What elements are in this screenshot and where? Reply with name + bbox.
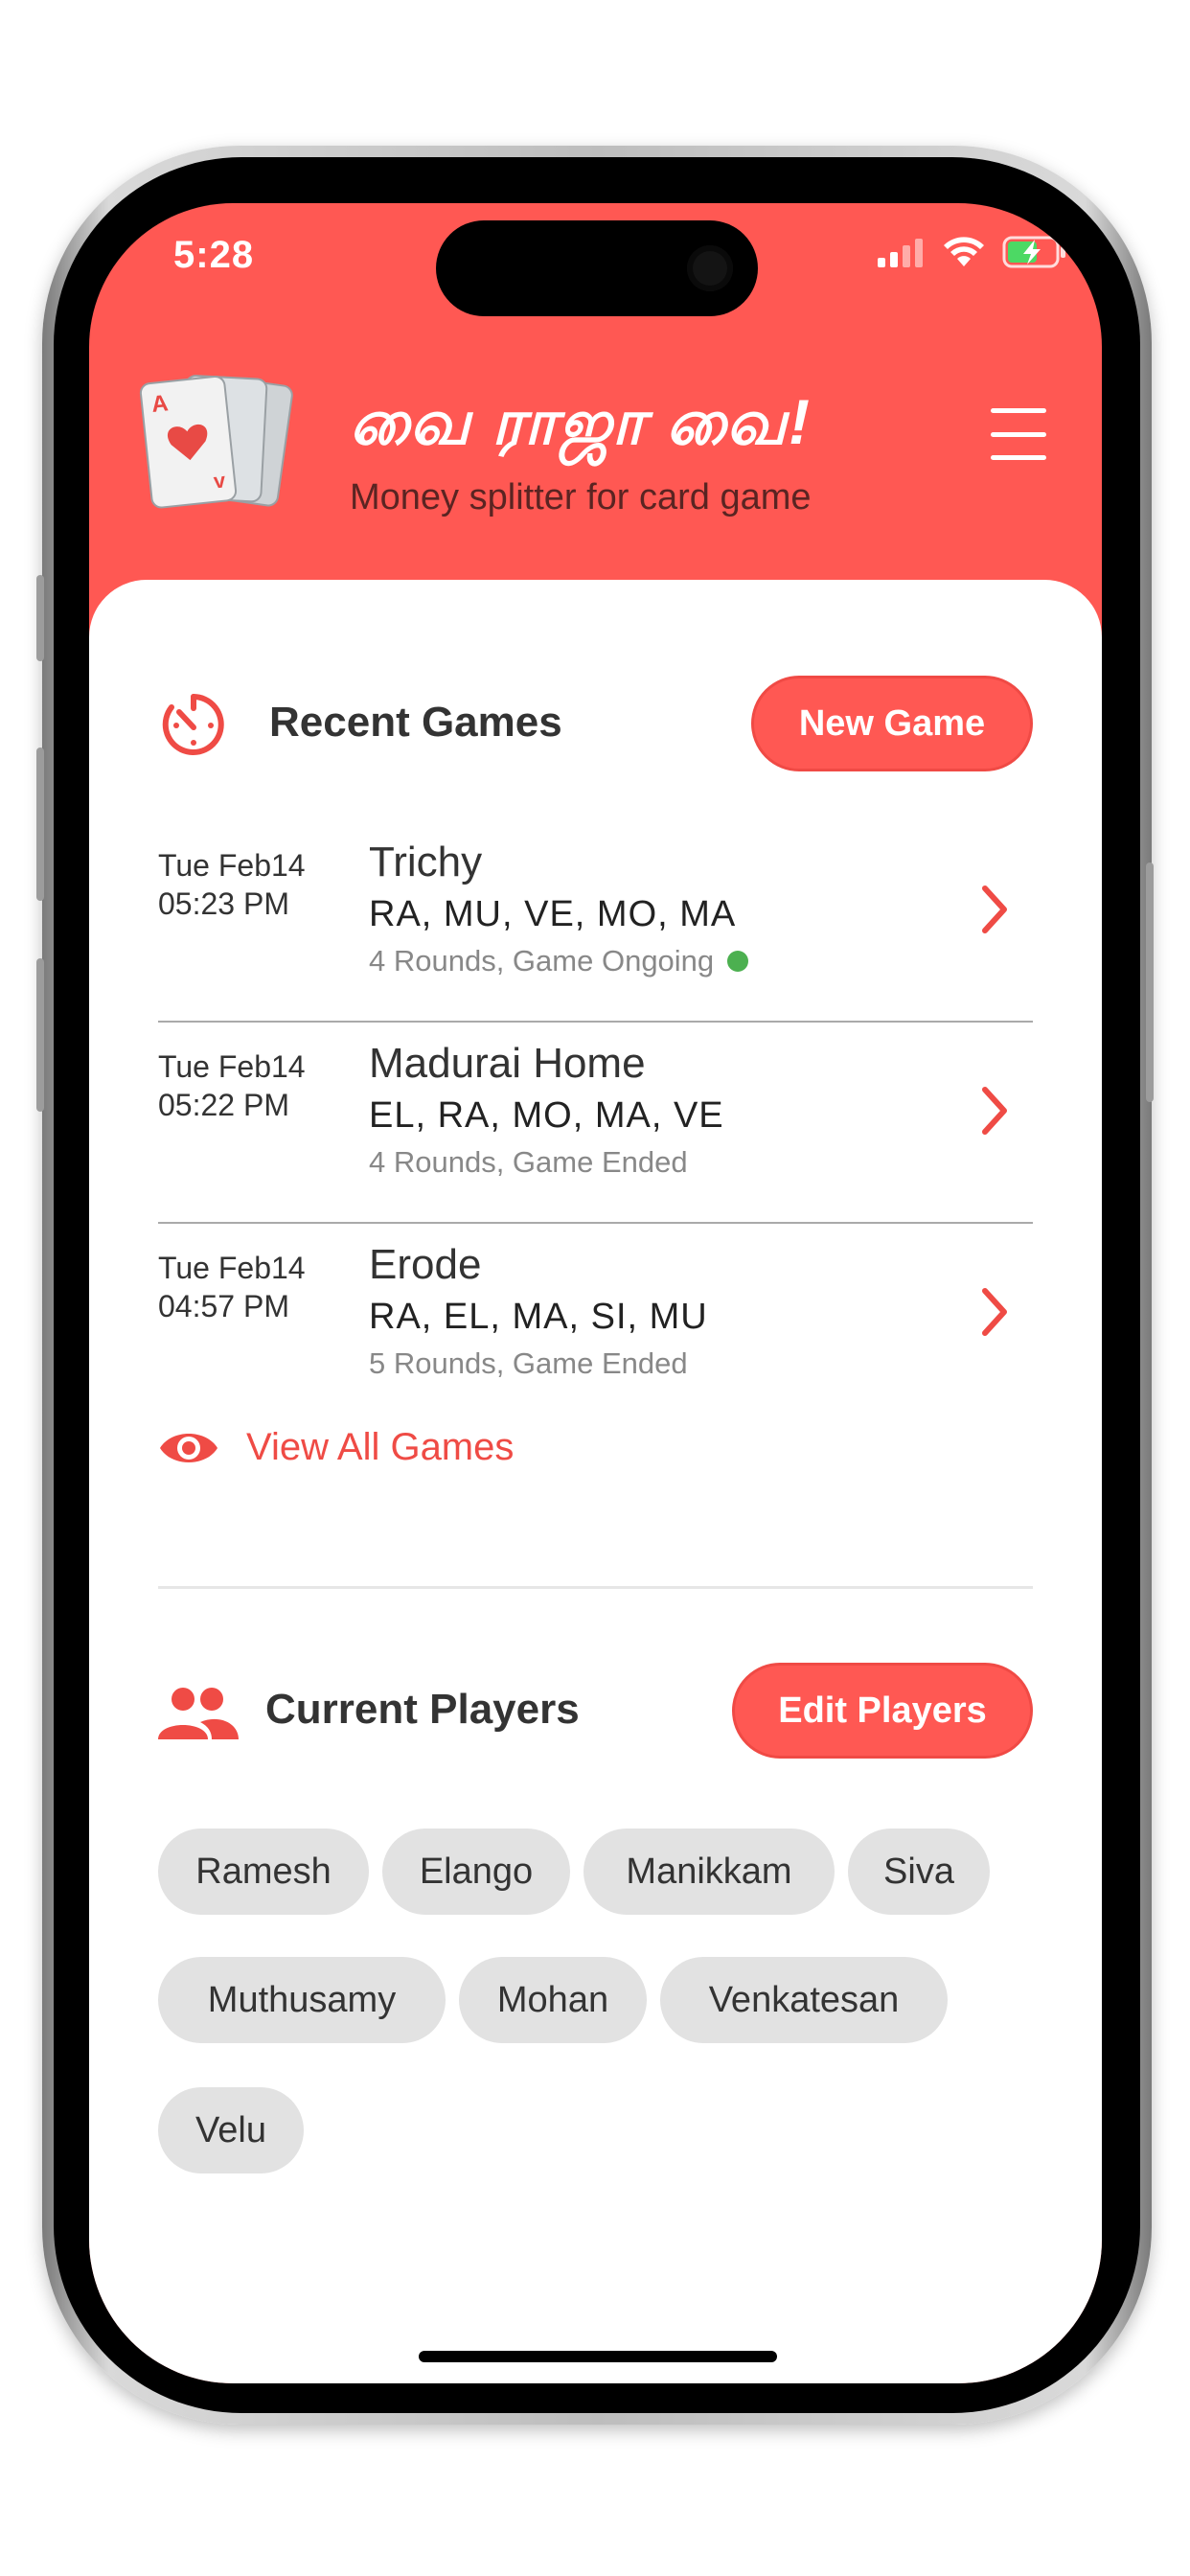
battery-charging-icon xyxy=(1002,236,1065,268)
menu-line xyxy=(991,455,1046,460)
game-date: Tue Feb14 xyxy=(158,848,306,883)
player-chip[interactable]: Mohan xyxy=(459,1957,647,2043)
new-game-button[interactable]: New Game xyxy=(751,676,1033,771)
game-time: 04:57 PM xyxy=(158,1289,289,1323)
chevron-right-icon[interactable] xyxy=(975,1082,1014,1139)
game-datetime: Tue Feb14 05:23 PM xyxy=(158,846,306,923)
playing-cards-icon: A v xyxy=(139,375,293,509)
game-datetime: Tue Feb14 04:57 PM xyxy=(158,1249,306,1325)
game-status: 5 Rounds, Game Ended xyxy=(369,1346,688,1380)
game-row[interactable]: Tue Feb14 05:22 PM Madurai Home EL, RA, … xyxy=(158,1023,1033,1224)
game-status-row: 4 Rounds, Game Ended xyxy=(369,1145,688,1180)
hamburger-menu-icon[interactable] xyxy=(991,408,1046,460)
chevron-right-icon[interactable] xyxy=(975,881,1014,938)
game-row[interactable]: Tue Feb14 04:57 PM Erode RA, EL, MA, SI,… xyxy=(158,1224,1033,1423)
app-title: வை ராஜா வை! xyxy=(350,386,812,457)
ongoing-indicator-icon xyxy=(727,951,749,972)
menu-line xyxy=(991,431,1046,437)
status-bar: 5:28 xyxy=(89,203,1102,316)
home-indicator[interactable] xyxy=(419,2351,777,2362)
game-players: RA, MU, VE, MO, MA xyxy=(369,894,737,934)
app-header: A v வை ராஜா வை! Money splitter for card … xyxy=(89,309,1102,596)
game-players: RA, EL, MA, SI, MU xyxy=(369,1297,708,1337)
volume-up-button xyxy=(36,748,44,901)
section-divider xyxy=(158,1586,1033,1589)
game-date: Tue Feb14 xyxy=(158,1049,306,1084)
eye-icon xyxy=(160,1433,217,1462)
game-status: 4 Rounds, Game Ongoing xyxy=(369,944,715,978)
volume-down-button xyxy=(36,958,44,1112)
group-icon xyxy=(158,1688,239,1739)
dynamic-island xyxy=(436,220,758,316)
game-name: Madurai Home xyxy=(369,1040,646,1087)
status-icons xyxy=(878,236,1067,268)
front-camera xyxy=(687,245,733,291)
recent-games-header: Recent Games New Game xyxy=(158,676,1033,775)
game-time: 05:22 PM xyxy=(158,1088,289,1122)
menu-line xyxy=(991,408,1046,413)
edit-players-button[interactable]: Edit Players xyxy=(732,1663,1033,1759)
game-status-row: 4 Rounds, Game Ongoing xyxy=(369,944,749,978)
game-date: Tue Feb14 xyxy=(158,1251,306,1285)
status-time: 5:28 xyxy=(173,234,255,276)
player-chip[interactable]: Velu xyxy=(158,2087,304,2174)
game-datetime: Tue Feb14 05:22 PM xyxy=(158,1047,306,1124)
wifi-icon xyxy=(944,237,984,266)
section-title-current-players: Current Players xyxy=(265,1686,580,1733)
section-title-recent-games: Recent Games xyxy=(269,699,562,746)
power-button xyxy=(1146,862,1154,1102)
player-chip[interactable]: Manikkam xyxy=(584,1828,835,1915)
player-chip[interactable]: Muthusamy xyxy=(158,1957,446,2043)
silent-switch xyxy=(36,575,44,661)
app-subtitle: Money splitter for card game xyxy=(350,477,812,518)
view-all-games-label: View All Games xyxy=(246,1426,515,1468)
game-time: 05:23 PM xyxy=(158,886,289,921)
game-name: Erode xyxy=(369,1241,482,1288)
chevron-right-icon[interactable] xyxy=(975,1283,1014,1341)
game-row[interactable]: Tue Feb14 05:23 PM Trichy RA, MU, VE, MO… xyxy=(158,821,1033,1023)
player-chip[interactable]: Elango xyxy=(382,1828,570,1915)
player-chip[interactable]: Venkatesan xyxy=(660,1957,948,2043)
game-name: Trichy xyxy=(369,839,483,886)
cellular-signal-icon xyxy=(878,239,923,267)
view-all-games-link[interactable]: View All Games xyxy=(158,1426,514,1469)
svg-text:A: A xyxy=(150,390,170,418)
app-screen: 5:28 A v வை ராஜா வை! Money splitter for … xyxy=(89,203,1102,2383)
game-status-row: 5 Rounds, Game Ended xyxy=(369,1346,688,1381)
player-chip[interactable]: Ramesh xyxy=(158,1828,369,1915)
timer-icon xyxy=(162,694,224,755)
player-chip[interactable]: Siva xyxy=(848,1828,990,1915)
current-players-header: Current Players Edit Players xyxy=(158,1663,1033,1762)
game-players: EL, RA, MO, MA, VE xyxy=(369,1095,724,1136)
content-card: Recent Games New Game Tue Feb14 05:23 PM… xyxy=(89,580,1102,2383)
game-status: 4 Rounds, Game Ended xyxy=(369,1145,688,1179)
